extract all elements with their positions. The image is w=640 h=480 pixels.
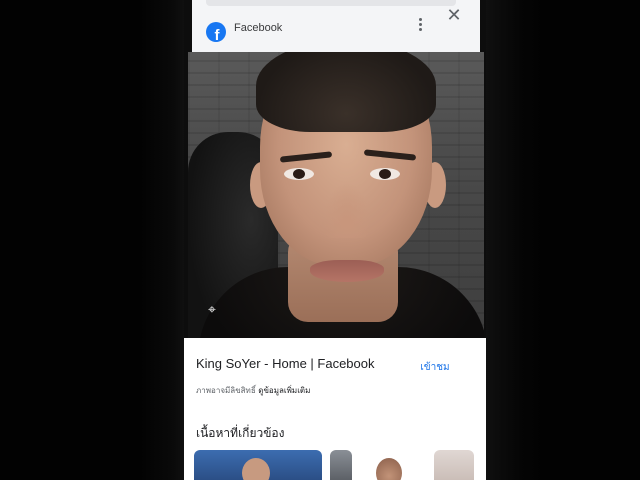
preview-image[interactable]: ⌖: [188, 52, 484, 338]
copyright-note: ภาพอาจมีลิขสิทธิ์: [196, 386, 256, 395]
facebook-logo-icon: f: [206, 22, 226, 42]
left-eye: [284, 168, 314, 180]
close-icon[interactable]: ✕: [442, 4, 466, 28]
right-bezel: [484, 0, 544, 480]
result-title[interactable]: King SoYer - Home | Facebook: [196, 356, 375, 371]
more-vert-icon[interactable]: [412, 10, 428, 38]
facebook-logo-letter: f: [214, 27, 220, 42]
related-thumbnail[interactable]: [362, 450, 420, 480]
nose: [324, 182, 370, 238]
visit-button[interactable]: เข้าชม: [404, 358, 466, 378]
related-thumbnail[interactable]: [330, 450, 352, 480]
mouth: [310, 260, 384, 282]
related-thumbnail[interactable]: [194, 450, 322, 480]
related-heading: เนื้อหาที่เกี่ยวข้อง: [196, 426, 285, 440]
viewer-header: f Facebook ✕: [192, 0, 480, 53]
right-eye: [370, 168, 400, 180]
related-thumbnail[interactable]: [434, 450, 474, 480]
more-info-link[interactable]: ดูข้อมูลเพิ่มเติม: [258, 386, 310, 395]
lens-search-icon[interactable]: ⌖: [202, 300, 222, 320]
source-site-name[interactable]: Facebook: [234, 22, 282, 34]
url-strip: [206, 0, 456, 6]
image-meta: ภาพอาจมีลิขสิทธิ์ ดูข้อมูลเพิ่มเติม: [196, 384, 310, 397]
result-card: King SoYer - Home | Facebook เข้าชม ภาพอ…: [184, 338, 486, 480]
hair: [256, 52, 436, 132]
phone-screen: f Facebook ✕ ⌖ King SoYer - Home | Faceb…: [184, 0, 486, 480]
left-bezel: [140, 0, 188, 480]
